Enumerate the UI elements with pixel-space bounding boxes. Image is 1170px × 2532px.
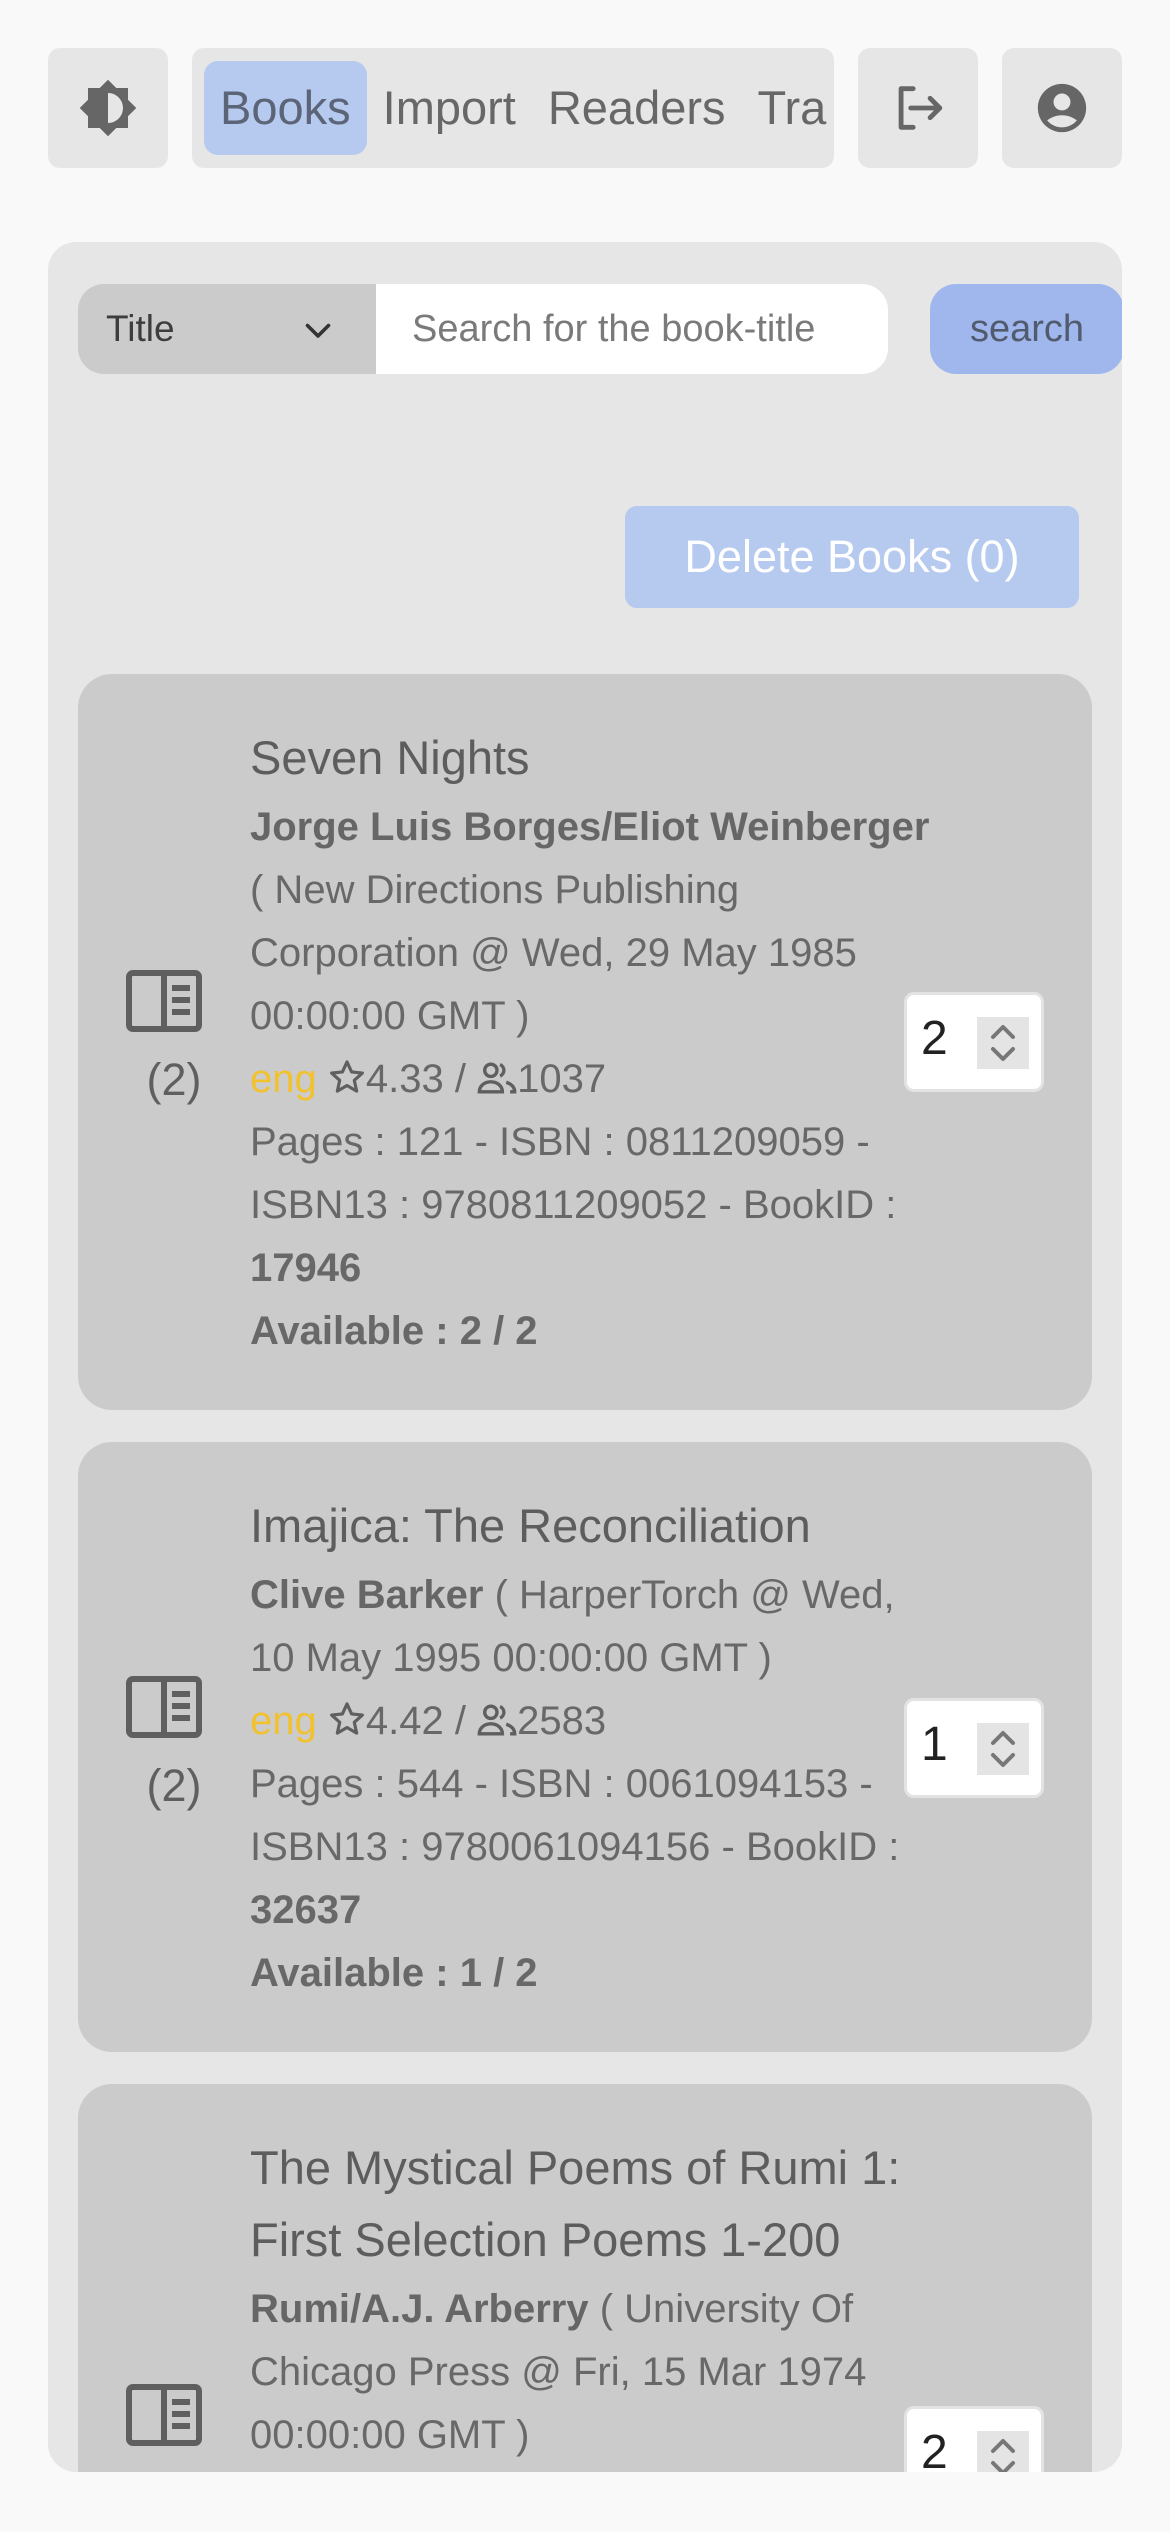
book-title[interactable]: The Mystical Poems of Rumi 1: First Sele… xyxy=(250,2132,940,2276)
up-down-arrows-icon xyxy=(991,1731,1015,1767)
copies-count: (2) xyxy=(146,1054,202,1105)
tab-books[interactable]: Books xyxy=(204,61,367,155)
tab-readers[interactable]: Readers xyxy=(532,61,742,155)
search-field-select-value: Title xyxy=(106,308,175,349)
book-rating: 4.42 / xyxy=(365,1699,478,1743)
quantity-value: 1 xyxy=(921,1718,948,1771)
nav-tabs: Books Import Readers Tra xyxy=(192,48,834,168)
delete-books-button[interactable]: Delete Books (0) xyxy=(625,506,1079,608)
book-title[interactable]: Imajica: The Reconciliation xyxy=(250,1490,940,1562)
quantity-stepper[interactable]: 1 xyxy=(904,1698,1044,1798)
book-id: 32637 xyxy=(250,1888,362,1932)
book-availability: Available : 1 / 2 xyxy=(250,1951,538,1995)
chevron-down-icon xyxy=(305,323,331,338)
book-author: Clive Barker xyxy=(250,1573,484,1617)
search-button[interactable]: search xyxy=(930,284,1122,374)
search-bar: Title search xyxy=(78,284,1122,374)
book-title[interactable]: Seven Nights xyxy=(250,722,940,794)
people-icon xyxy=(477,1062,517,1094)
contrast-icon xyxy=(79,79,137,137)
copies-count: (2) xyxy=(146,1760,202,1811)
spin-buttons[interactable] xyxy=(977,2431,1029,2472)
book-card: (2) Seven Nights Jorge Luis Borges/Eliot… xyxy=(78,674,1092,1410)
book-card: (2) Imajica: The Reconciliation Clive Ba… xyxy=(78,1442,1092,2052)
book-id: 17946 xyxy=(250,1246,362,1290)
top-bar: Books Import Readers Tra xyxy=(48,48,1122,168)
book-details: Seven Nights Jorge Luis Borges/Eliot Wei… xyxy=(250,722,940,1363)
book-identifiers: Pages : 544 - ISBN : 0061094153 - ISBN13… xyxy=(250,1762,900,1869)
book-identifiers: Pages : 121 - ISBN : 0811209059 - ISBN13… xyxy=(250,1120,897,1227)
tab-transactions[interactable]: Tra xyxy=(742,61,835,155)
quantity-stepper[interactable]: 2 xyxy=(904,992,1044,1092)
quantity-value: 2 xyxy=(921,2426,948,2472)
spin-buttons[interactable] xyxy=(977,1017,1029,1069)
people-icon xyxy=(477,1704,517,1736)
ratings-count: 2583 xyxy=(517,1699,607,1743)
book-publisher: ( New Directions Publishing Corporation … xyxy=(250,868,857,1038)
book-language: eng xyxy=(250,1057,317,1101)
search-field-select[interactable]: Title xyxy=(78,284,376,374)
logout-button[interactable] xyxy=(858,48,978,168)
book-card: The Mystical Poems of Rumi 1: First Sele… xyxy=(78,2084,1092,2472)
book-author: Rumi/A.J. Arberry xyxy=(250,2287,589,2331)
book-language: eng xyxy=(250,1699,317,1743)
book-open-icon xyxy=(126,970,202,1032)
account-button[interactable] xyxy=(1002,48,1122,168)
star-icon xyxy=(329,1060,364,1093)
book-open-icon xyxy=(126,1676,202,1738)
books-panel: Title search Delete Books (0) (2) Seven … xyxy=(48,242,1122,2472)
up-down-arrows-icon xyxy=(991,2439,1015,2472)
quantity-stepper[interactable]: 2 xyxy=(904,2406,1044,2472)
logout-icon xyxy=(898,86,943,130)
star-icon xyxy=(329,1702,364,1735)
search-input[interactable] xyxy=(376,284,888,374)
spin-buttons[interactable] xyxy=(977,1723,1029,1775)
book-availability: Available : 2 / 2 xyxy=(250,1309,538,1353)
tab-import[interactable]: Import xyxy=(367,61,532,155)
book-rating: 4.33 / xyxy=(365,1057,478,1101)
ratings-count: 1037 xyxy=(517,1057,607,1101)
theme-toggle-button[interactable] xyxy=(48,48,168,168)
book-open-icon xyxy=(126,2384,202,2446)
account-circle-icon xyxy=(1037,83,1087,133)
up-down-arrows-icon xyxy=(991,1025,1015,1061)
book-details: Imajica: The Reconciliation Clive Barker… xyxy=(250,1490,940,2005)
book-details: The Mystical Poems of Rumi 1: First Sele… xyxy=(250,2132,940,2467)
quantity-value: 2 xyxy=(921,1012,948,1065)
book-author: Jorge Luis Borges/Eliot Weinberger xyxy=(250,805,930,849)
